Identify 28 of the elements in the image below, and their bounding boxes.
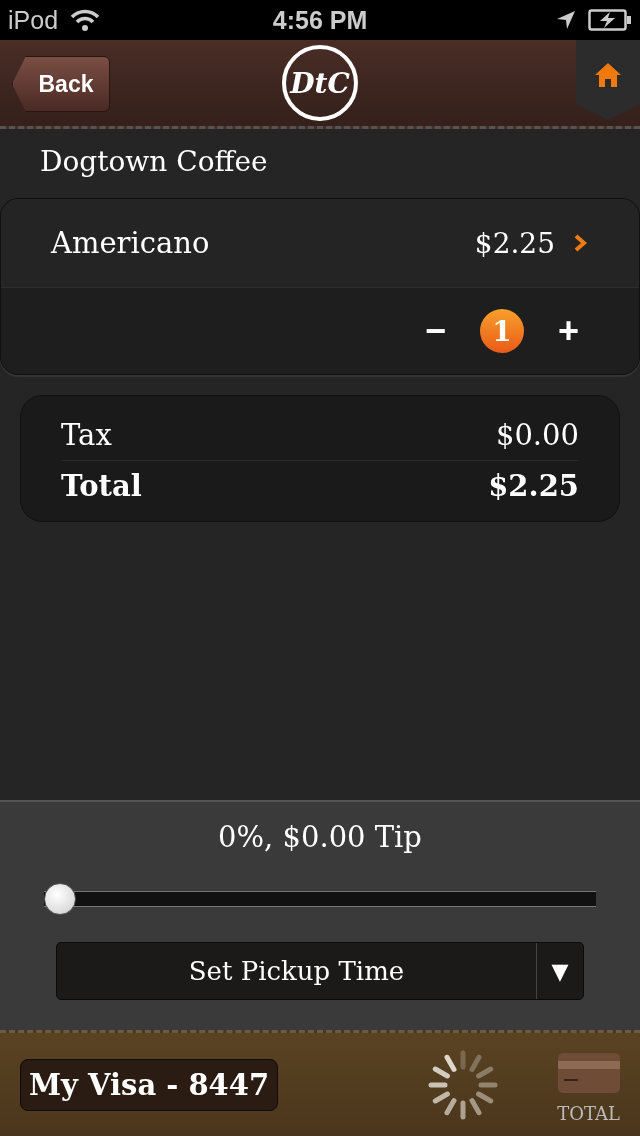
tip-label: 0%, $0.00 Tip	[218, 820, 422, 854]
item-price: $2.25	[474, 226, 555, 260]
home-button[interactable]	[576, 40, 640, 120]
location-icon	[556, 10, 576, 30]
summary-label: Tax	[61, 418, 112, 452]
home-icon	[594, 61, 622, 88]
summary-label: Total	[61, 469, 142, 503]
dropdown-caret[interactable]: ▼	[536, 943, 583, 999]
battery-icon	[588, 9, 632, 31]
pickup-time-dropdown[interactable]: Set Pickup Time ▼	[56, 942, 584, 1000]
decrease-button[interactable]: −	[418, 310, 452, 352]
carrier-name: iPod	[8, 5, 59, 35]
summary-value: $2.25	[488, 469, 579, 503]
loading-spinner-icon	[427, 1048, 500, 1121]
wifi-icon	[70, 9, 101, 31]
payment-card-button[interactable]: My Visa - 8447	[20, 1058, 279, 1111]
store-name: Dogtown Coffee	[39, 145, 269, 178]
quantity-badge: 1	[479, 309, 524, 353]
back-button[interactable]: Back	[12, 56, 110, 112]
total-label[interactable]: TOTAL	[557, 1103, 620, 1124]
logo: DtC	[282, 45, 358, 121]
chevron-icon[interactable]	[573, 233, 587, 253]
slider-thumb[interactable]	[44, 883, 76, 915]
status-time: 4:56 PM	[272, 5, 368, 35]
increase-button[interactable]: +	[551, 310, 585, 352]
summary-value: $0.00	[495, 418, 579, 452]
pickup-label: Set Pickup Time	[187, 956, 406, 986]
item-name[interactable]: Americano	[51, 226, 457, 260]
